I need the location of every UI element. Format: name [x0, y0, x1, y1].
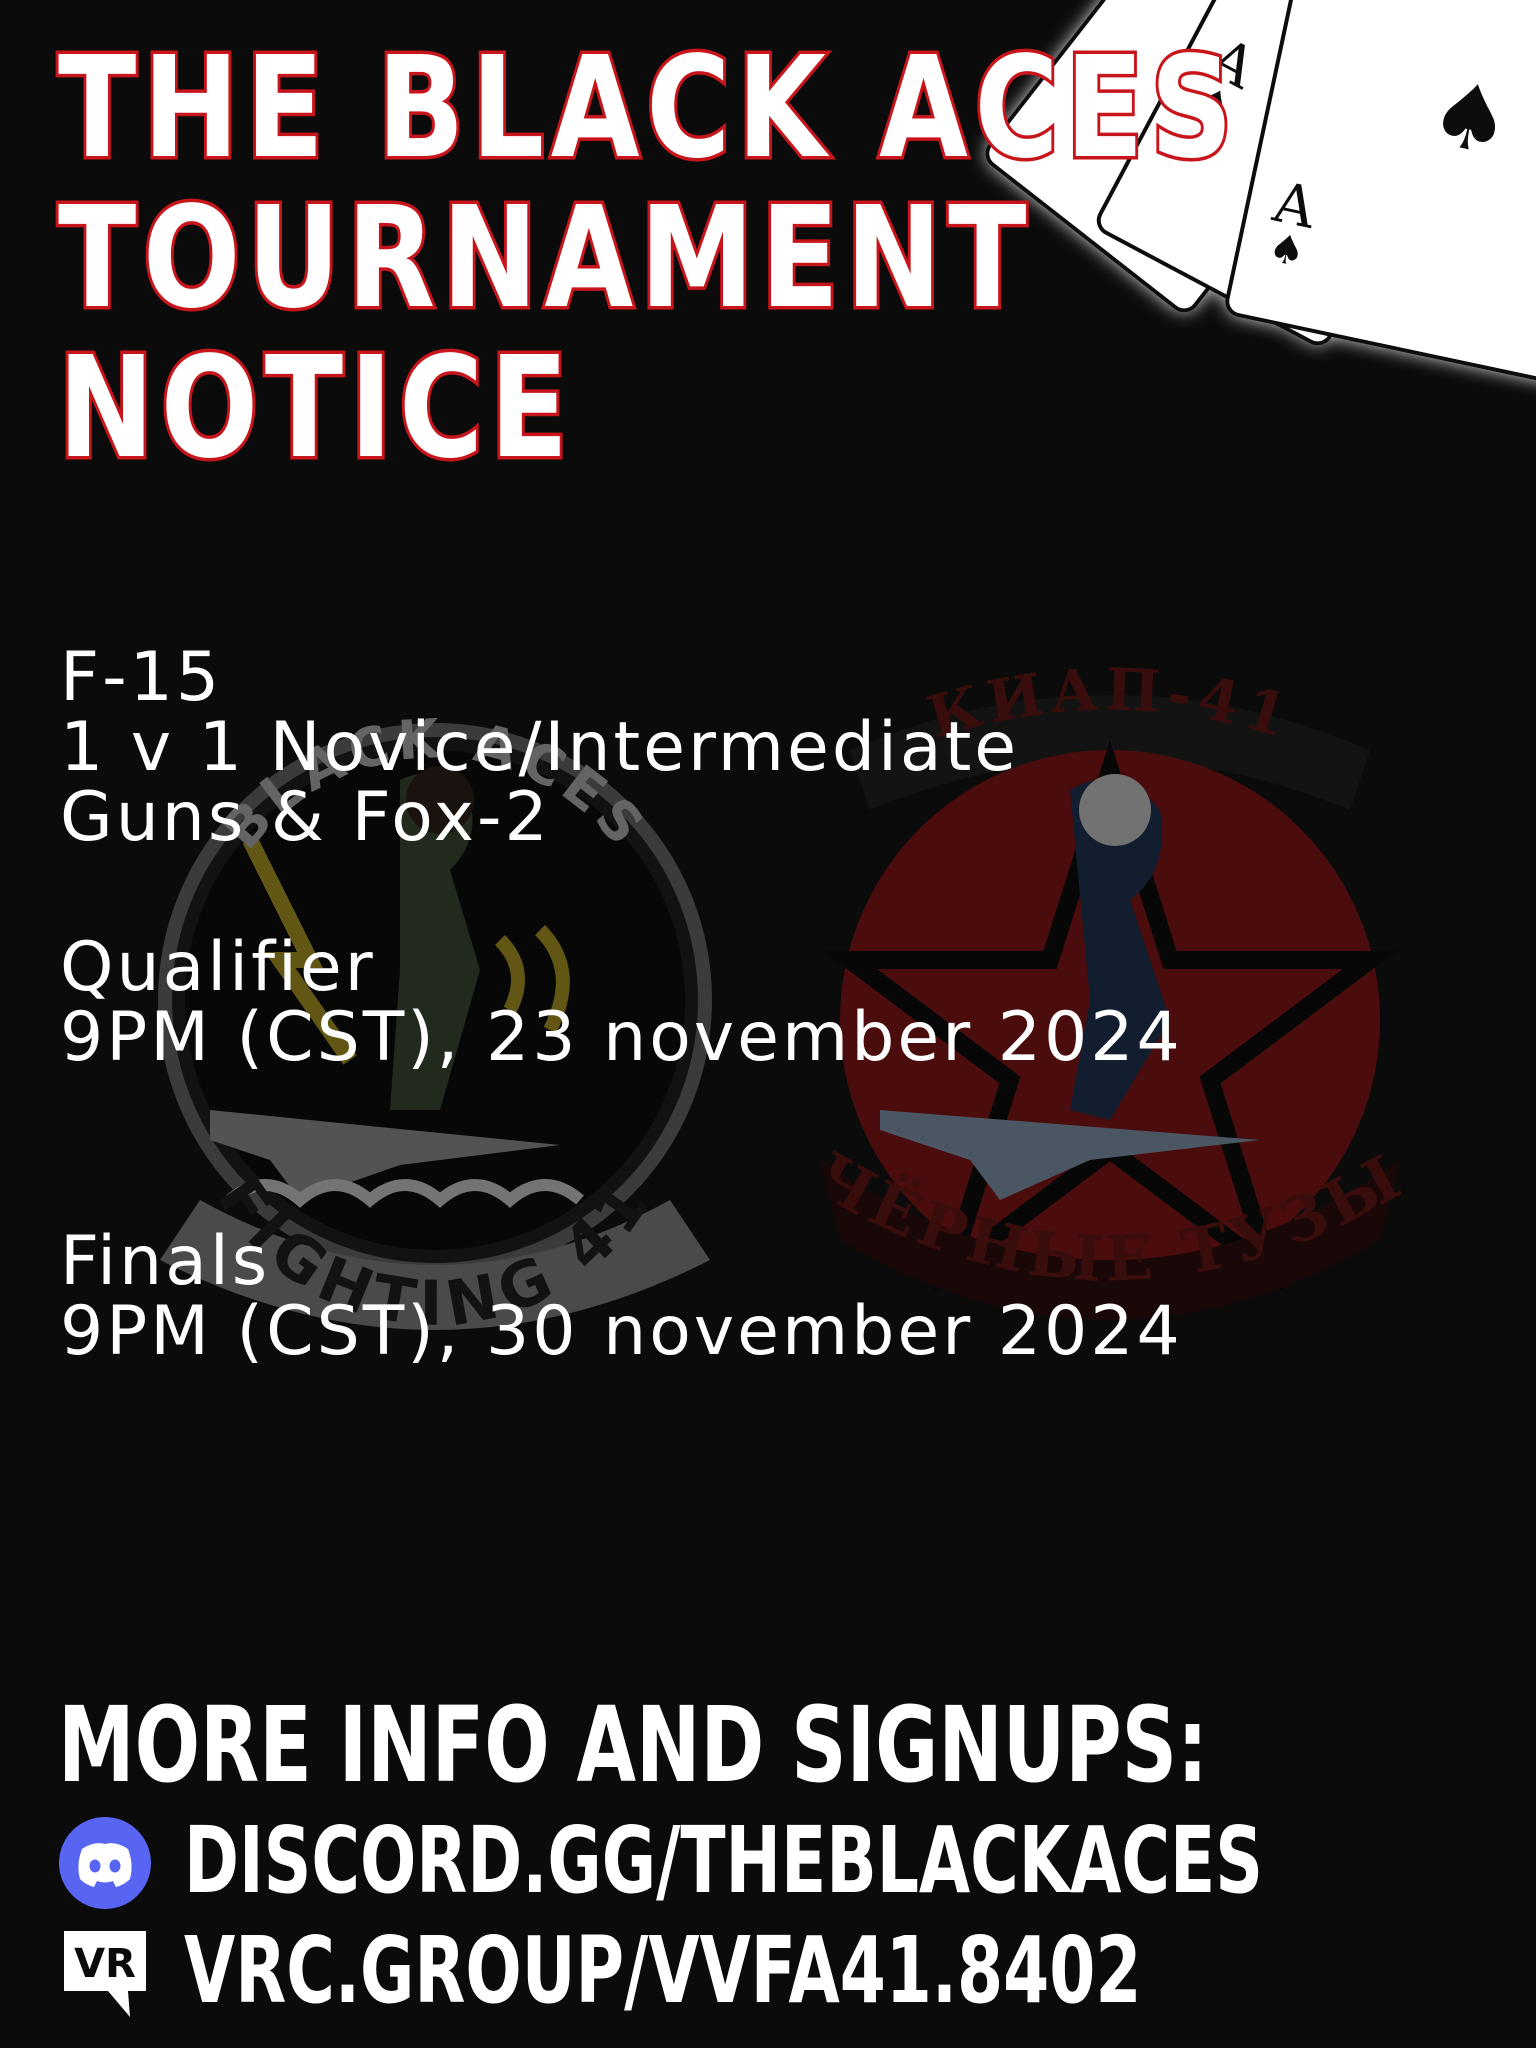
finals-label: Finals: [60, 1222, 271, 1301]
match-format: 1 v 1 Novice/Intermediate: [60, 708, 1020, 787]
weapons-rule: Guns & Fox-2: [60, 778, 551, 857]
svg-text:A: A: [1267, 170, 1322, 242]
qualifier-schedule: Qualifier 9PM (CST), 23 november 2024: [60, 933, 1183, 1073]
aircraft-type: F-15: [60, 638, 223, 717]
finals-schedule: Finals 9PM (CST), 30 november 2024: [60, 1227, 1183, 1367]
more-info-heading: MORE INFO AND SIGNUPS:: [58, 1684, 1208, 1806]
title-line: THE BLACK ACES: [55, 27, 1240, 190]
svg-text:♠: ♠: [1264, 224, 1309, 276]
ace-of-spades-card: A ♠ ♠: [1225, 0, 1536, 383]
vrc-link-row[interactable]: VR VRC.GROUP/VVFA41.8402: [58, 1921, 1158, 2021]
svg-text:♠: ♠: [1420, 59, 1521, 178]
vrchat-icon: VR: [64, 1931, 146, 2017]
poster-title: THE BLACK ACES TOURNAMENT NOTICE: [55, 27, 1240, 490]
qualifier-time: 9PM (CST), 23 november 2024: [60, 998, 1183, 1077]
discord-link-row[interactable]: DISCORD.GG/THEBLACKACES: [58, 1811, 1263, 1911]
qualifier-label: Qualifier: [60, 928, 376, 1007]
svg-text:VR: VR: [74, 1941, 136, 1987]
discord-icon: [59, 1817, 151, 1909]
vrc-group-link[interactable]: VRC.GROUP/VVFA41.8402: [184, 1921, 1141, 2021]
finals-time: 9PM (CST), 30 november 2024: [60, 1292, 1183, 1371]
title-line: NOTICE: [55, 327, 575, 490]
svg-text:♠: ♠: [1153, 0, 1210, 7]
discord-link[interactable]: DISCORD.GG/THEBLACKACES: [184, 1811, 1263, 1911]
title-line: TOURNAMENT: [55, 177, 1034, 340]
event-details: F-15 1 v 1 Novice/Intermediate Guns & Fo…: [60, 643, 1019, 853]
